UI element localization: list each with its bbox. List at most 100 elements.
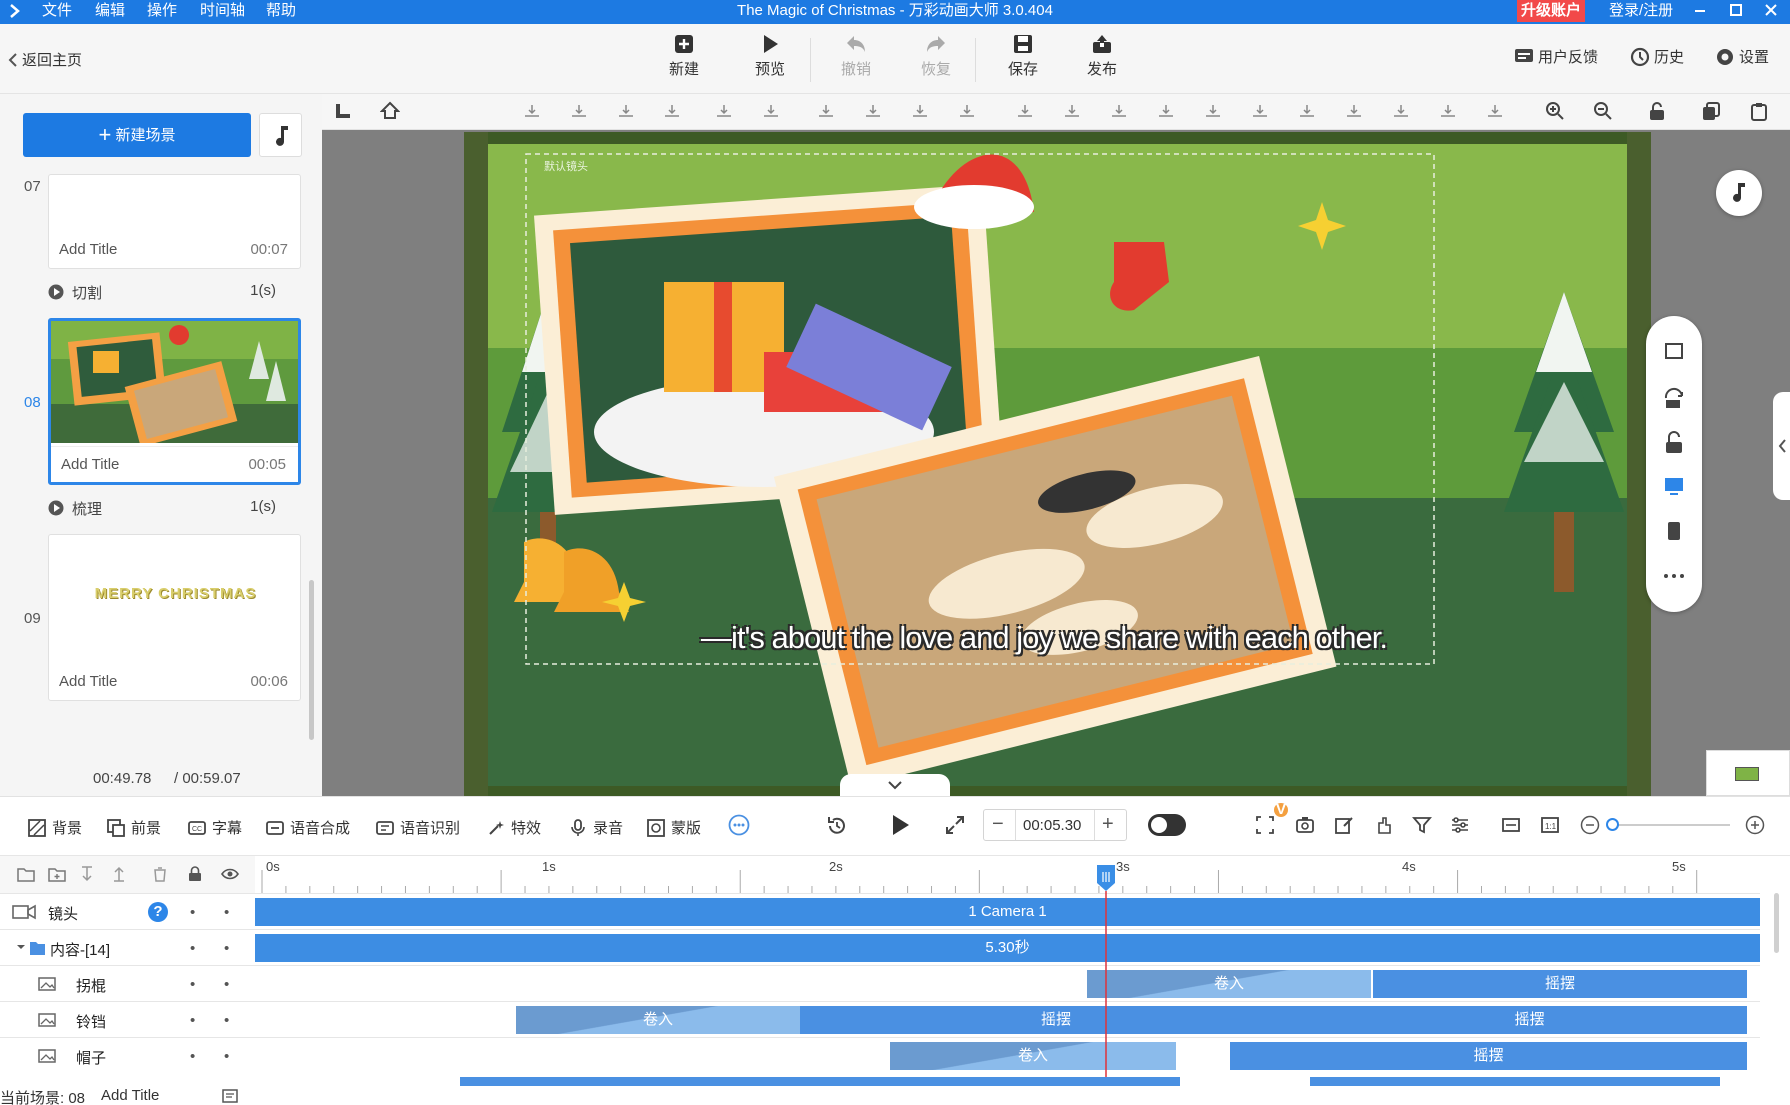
caption-button[interactable]: CC 字幕 [188, 817, 242, 838]
align-tool-icon-14[interactable] [1157, 103, 1175, 119]
align-tool-icon-2[interactable] [570, 103, 588, 119]
minimap-preview[interactable] [1706, 750, 1790, 796]
actual-size-button[interactable]: 1:1 [1540, 815, 1560, 835]
lock-icon[interactable] [188, 866, 202, 882]
replay-button[interactable] [825, 814, 849, 838]
track-row[interactable]: 拐棍 • • 卷入 摇摆 [0, 965, 1790, 1002]
fullscreen-button[interactable] [945, 815, 965, 835]
align-tool-icon-6[interactable] [762, 103, 780, 119]
transition-comb[interactable]: 梳理 1(s) [48, 498, 301, 518]
align-tool-icon-4[interactable] [663, 103, 681, 119]
align-tool-icon-11[interactable] [1016, 103, 1034, 119]
track-clip[interactable]: 摇摆 [1373, 970, 1747, 998]
redo-button[interactable]: 恢复 [909, 34, 963, 79]
track-clip[interactable]: 5.30秒 [255, 934, 1760, 962]
unlock-icon[interactable] [1647, 101, 1667, 121]
new-layer-icon[interactable] [48, 866, 66, 882]
timeline-zoom-slider[interactable] [1606, 818, 1730, 831]
track-toggle-dot[interactable]: • [224, 1012, 229, 1029]
track-row[interactable]: 帽子 • • 卷入 摇摆 [0, 1037, 1790, 1074]
close-icon[interactable] [1764, 2, 1778, 26]
menu-help[interactable]: 帮助 [266, 0, 296, 24]
scene-notes-icon[interactable] [222, 1088, 238, 1104]
copy-icon[interactable] [1701, 101, 1721, 121]
align-tool-icon-5[interactable] [715, 103, 733, 119]
upgrade-account-button[interactable]: 升级账户 [1517, 0, 1586, 22]
track-row[interactable]: 镜头? • • 1 Camera 1 [0, 893, 1790, 930]
menu-timeline[interactable]: 时间轴 [200, 0, 245, 24]
time-stepper[interactable]: − 00:05.30 + [983, 809, 1127, 841]
filter-button[interactable] [1412, 815, 1432, 835]
track-clip[interactable]: 摇摆 [800, 1006, 1312, 1034]
track-clip-partial[interactable] [460, 1074, 1760, 1086]
scene-card-09[interactable]: MERRY CHRISTMAS Add Title 00:06 [48, 534, 301, 701]
decrement-button[interactable]: − [992, 813, 1004, 836]
track-toggle-dot[interactable]: • [224, 976, 229, 993]
timeline-vertical-scrollbar[interactable] [1774, 893, 1779, 953]
menu-operate[interactable]: 操作 [147, 0, 177, 24]
tts-button[interactable]: 语音合成 [266, 817, 350, 838]
track-clip[interactable]: 摇摆 [1230, 1042, 1747, 1070]
undo-button[interactable]: 撤销 [829, 34, 883, 79]
track-toggle-dot[interactable]: • [224, 1048, 229, 1065]
zoom-in-icon[interactable] [1545, 101, 1565, 121]
menu-edit[interactable]: 编辑 [95, 0, 125, 24]
menu-file[interactable]: 文件 [42, 0, 72, 24]
track-toggle-dot[interactable]: • [190, 1048, 195, 1065]
stage[interactable]: 默认镜头 —it's about the love and joy we sha… [464, 132, 1651, 796]
paste-icon[interactable] [1749, 101, 1769, 121]
align-tool-icon-1[interactable] [523, 103, 541, 119]
track-toggle-dot[interactable]: • [190, 976, 195, 993]
track-clip[interactable]: 卷入 [516, 1006, 800, 1034]
login-register-link[interactable]: 登录/注册 [1609, 0, 1673, 24]
preview-button[interactable]: 预览 [743, 34, 797, 79]
scene-card-07[interactable]: Add Title 00:07 [48, 174, 301, 269]
edit-button[interactable] [1334, 815, 1354, 835]
time-value[interactable]: 00:05.30 [1023, 817, 1081, 834]
align-tool-icon-19[interactable] [1392, 103, 1410, 119]
track-toggle-dot[interactable]: • [190, 904, 195, 921]
delete-icon[interactable] [153, 866, 167, 882]
move-up-icon[interactable] [112, 866, 126, 882]
more-tools-button[interactable] [728, 814, 750, 836]
eye-icon[interactable] [221, 867, 239, 881]
move-down-icon[interactable] [80, 866, 94, 882]
align-tool-icon-17[interactable] [1298, 103, 1316, 119]
align-tool-icon-8[interactable] [864, 103, 882, 119]
collapse-timeline-button[interactable] [840, 774, 950, 796]
track-row[interactable]: 内容-[14] • • 5.30秒 [0, 929, 1790, 966]
track-clip[interactable]: 摇摆 [1312, 1006, 1747, 1034]
playhead[interactable] [1096, 864, 1116, 1086]
slider-thumb[interactable] [1606, 818, 1619, 831]
track-toggle-dot[interactable]: • [224, 940, 229, 957]
history-button[interactable]: 历史 [1630, 46, 1684, 67]
home-icon[interactable] [380, 101, 400, 121]
transition-cut[interactable]: 切割 1(s) [48, 282, 301, 302]
snapshot-button[interactable] [1295, 815, 1315, 835]
mask-button[interactable]: 蒙版 [647, 817, 701, 838]
new-scene-button[interactable]: + 新建场景 [23, 113, 251, 157]
effects-button[interactable]: 特效 [487, 817, 541, 838]
zoom-out-icon[interactable] [1593, 101, 1613, 121]
track-toggle-dot[interactable]: • [190, 940, 195, 957]
camera-fit-button[interactable] [1255, 815, 1275, 835]
subtitle-text[interactable]: —it's about the love and joy we share wi… [464, 620, 1624, 656]
align-tool-icon-15[interactable] [1204, 103, 1222, 119]
track-toggle-dot[interactable]: • [190, 1012, 195, 1029]
align-tool-icon-10[interactable] [958, 103, 976, 119]
track-clip[interactable]: 卷入 [890, 1042, 1176, 1070]
feedback-button[interactable]: 用户反馈 [1514, 46, 1598, 67]
fit-width-button[interactable] [1501, 815, 1521, 835]
scene-list-scrollbar[interactable] [309, 580, 314, 740]
scene-music-button[interactable] [259, 113, 302, 157]
add-folder-icon[interactable] [17, 866, 35, 882]
track-row[interactable]: 铃铛 • • 卷入 摇摆 摇摆 [0, 1001, 1790, 1038]
timeline-zoom-in-button[interactable] [1745, 815, 1765, 835]
increment-button[interactable]: + [1102, 813, 1114, 836]
background-button[interactable]: 背景 [28, 817, 82, 838]
timeline-zoom-out-button[interactable] [1580, 815, 1600, 835]
time-ruler[interactable]: 0s 1s 2s 3s 4s 5s [255, 856, 1790, 894]
foreground-button[interactable]: 前景 [107, 817, 161, 838]
publish-button[interactable]: 发布 [1075, 34, 1129, 79]
scene-card-08[interactable]: Add Title 00:05 [48, 318, 301, 485]
